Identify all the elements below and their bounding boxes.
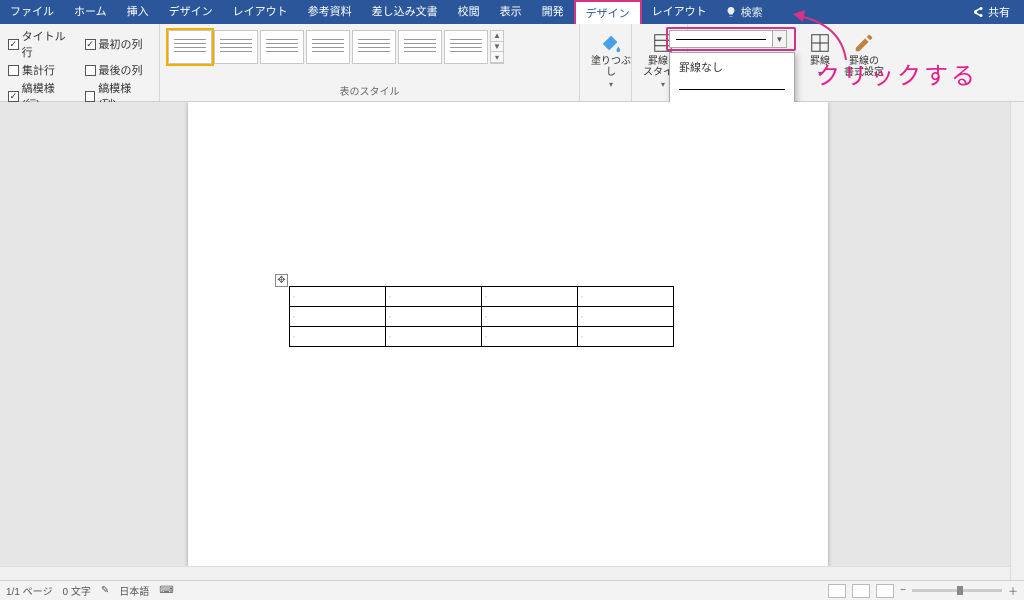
pen-style-none-label: 罫線なし [679,59,723,75]
shading-button[interactable]: 塗りつぶし ▾ [588,28,634,89]
gallery-more-button[interactable]: ▲▼▾ [490,30,504,64]
lightbulb-icon [725,6,737,18]
check-first-col-label: 最初の列 [99,36,143,52]
zoom-out-button[interactable]: − [900,585,906,596]
status-word-count[interactable]: 0 文字 [62,583,90,598]
status-language[interactable]: 日本語 [119,583,149,598]
tab-view[interactable]: 表示 [490,0,532,24]
shading-label: 塗りつぶし [588,56,634,78]
style-thumb[interactable] [444,30,488,64]
group-table-style-options: ✓タイトル行 ✓最初の列 集計行 最後の列 ✓縞模様 (行) 縞模様 (列) 表… [0,24,160,101]
status-bar: 1/1 ページ 0 文字 ✎ 日本語 ⌨ − ＋ [0,580,1024,600]
tab-file[interactable]: ファイル [0,0,64,24]
tab-table-design[interactable]: デザイン [574,0,642,24]
tab-review[interactable]: 校閲 [448,0,490,24]
tab-developer[interactable]: 開発 [532,0,574,24]
pen-style-combo[interactable]: ▼ [669,30,787,48]
style-thumb[interactable] [352,30,396,64]
chevron-down-icon[interactable]: ▼ [772,31,786,47]
tab-layout[interactable]: レイアウト [223,0,298,24]
document-area: ✥ ⸱⸱⸱⸱ ⸱⸱⸱⸱ ⸱⸱⸱⸱ [0,102,1024,580]
vertical-scrollbar[interactable] [1010,102,1024,580]
table-styles-gallery[interactable]: ▲▼▾ [168,28,571,64]
share-icon [972,6,984,18]
pen-style-item[interactable] [673,78,791,100]
view-print-layout[interactable] [852,584,870,598]
tab-home[interactable]: ホーム [64,0,117,24]
status-page[interactable]: 1/1 ページ [6,583,52,598]
style-thumb[interactable] [214,30,258,64]
table-row[interactable]: ⸱⸱⸱⸱ [290,307,674,327]
annotation-click-label: クリックする [816,56,978,91]
document-table[interactable]: ⸱⸱⸱⸱ ⸱⸱⸱⸱ ⸱⸱⸱⸱ [289,286,674,347]
zoom-in-button[interactable]: ＋ [1008,583,1018,598]
zoom-slider[interactable] [912,589,1002,592]
check-last-col[interactable]: 最後の列 [85,62,152,78]
pen-style-none[interactable]: 罫線なし [673,56,791,78]
search-label: 検索 [741,4,763,20]
check-title-row-label: タイトル行 [22,28,75,60]
check-title-row[interactable]: ✓タイトル行 [8,28,75,60]
chevron-down-icon: ▾ [661,80,665,89]
ribbon-tabs: ファイル ホーム 挿入 デザイン レイアウト 参考資料 差し込み文書 校閲 表示… [0,0,1024,24]
style-thumb[interactable] [398,30,442,64]
tab-mailings[interactable]: 差し込み文書 [362,0,448,24]
style-thumb[interactable] [260,30,304,64]
table-move-handle[interactable]: ✥ [275,274,288,287]
share-label: 共有 [988,4,1010,20]
share-button[interactable]: 共有 [964,0,1018,24]
group-shading: 塗りつぶし ▾ [580,24,632,101]
group-table-styles: ▲▼▾ 表のスタイル [160,24,580,101]
view-read-mode[interactable] [828,584,846,598]
paint-bucket-icon [600,32,622,54]
pen-icon [853,32,875,54]
tell-me-search[interactable]: 検索 [717,4,771,20]
style-thumb[interactable] [168,30,212,64]
tab-design[interactable]: デザイン [159,0,223,24]
status-ime-icon[interactable]: ⌨ [159,585,173,596]
tab-references[interactable]: 参考資料 [298,0,362,24]
pen-style-preview [676,39,766,40]
table-row[interactable]: ⸱⸱⸱⸱ [290,287,674,307]
view-web-layout[interactable] [876,584,894,598]
check-total-row-label: 集計行 [22,62,55,78]
horizontal-scrollbar[interactable] [0,566,1010,580]
style-thumb[interactable] [306,30,350,64]
chevron-down-icon: ▾ [609,80,613,89]
tab-table-layout[interactable]: レイアウト [642,0,717,24]
table-row[interactable]: ⸱⸱⸱⸱ [290,327,674,347]
status-proofing-icon[interactable]: ✎ [101,585,109,596]
check-first-col[interactable]: ✓最初の列 [85,28,152,60]
group-label-styles: 表のスタイル [168,81,571,101]
check-total-row[interactable]: 集計行 [8,62,75,78]
tab-insert[interactable]: 挿入 [117,0,159,24]
check-last-col-label: 最後の列 [99,62,143,78]
